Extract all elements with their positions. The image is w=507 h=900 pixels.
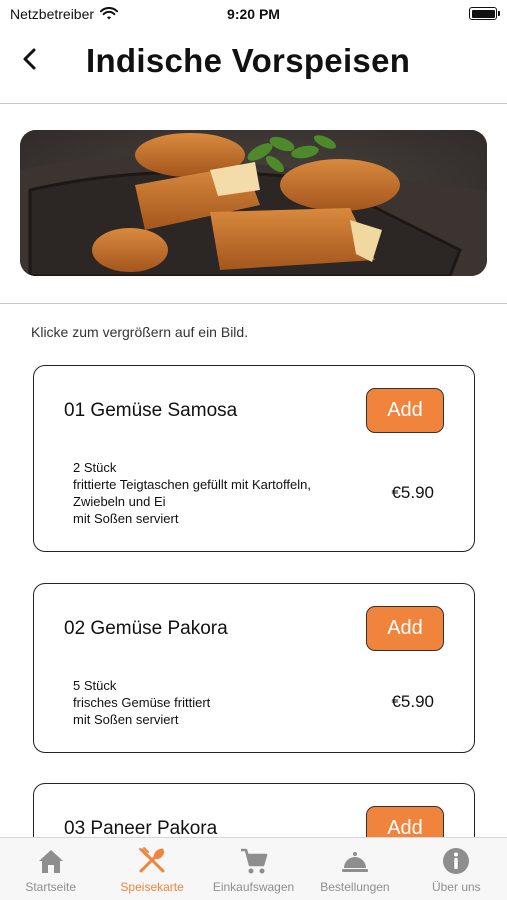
tab-speisekarte[interactable]: Speisekarte (101, 838, 202, 900)
cart-icon (240, 848, 267, 874)
cloche-icon (341, 852, 368, 872)
image-hint: Klicke zum vergrößern auf ein Bild. (31, 324, 249, 340)
tab-startseite[interactable]: Startseite (0, 838, 101, 900)
page-title: Indische Vorspeisen (86, 42, 411, 79)
battery-icon (469, 7, 500, 20)
hero-food-image[interactable] (20, 130, 487, 276)
tab-label: Einkaufswagen (212, 880, 295, 894)
add-button[interactable]: Add (366, 606, 444, 651)
status-bar: Netzbetreiber 9:20 PM (0, 0, 507, 28)
description-line: frittierte Teigtaschen gefüllt mit Karto… (73, 477, 311, 492)
chevron-left-icon[interactable] (16, 44, 46, 74)
menu-item-price: €5.90 (391, 483, 434, 502)
menu-item-card[interactable]: 01 Gemüse Samosa Add 2 Stück frittierte … (33, 365, 475, 552)
tab-label: Über uns (431, 880, 481, 894)
tab-label: Speisekarte (120, 880, 184, 894)
menu-item-description: 2 Stück frittierte Teigtaschen gefüllt m… (73, 459, 373, 527)
tab-einkaufswagen[interactable]: Einkaufswagen (203, 838, 304, 900)
section-divider (0, 303, 507, 304)
food-photo (20, 130, 487, 276)
menu-item-name: 02 Gemüse Pakora (64, 618, 228, 639)
tab-label: Startseite (25, 880, 77, 894)
nav-header: Indische Vorspeisen (0, 28, 507, 104)
add-button[interactable]: Add (366, 388, 444, 433)
menu-item-name: 01 Gemüse Samosa (64, 400, 238, 421)
description-line: 5 Stück (73, 678, 117, 693)
description-line: mit Soßen serviert (73, 511, 179, 526)
description-line: mit Soßen serviert (73, 712, 179, 727)
status-time: 9:20 PM (227, 6, 280, 22)
tab-bar: Startseite Speisekarte Einkaufswagen Bes… (0, 837, 507, 900)
tab-ueber-uns[interactable]: Über uns (406, 838, 507, 900)
menu-item-price: €5.90 (391, 692, 434, 711)
tab-bestellungen[interactable]: Bestellungen (304, 838, 405, 900)
info-icon (443, 848, 470, 874)
fork-knife-icon (139, 847, 165, 873)
description-line: frisches Gemüse frittiert (73, 695, 211, 710)
tab-label: Bestellungen (320, 880, 390, 894)
description-line: 2 Stück (73, 460, 117, 475)
description-line: Zwiebeln und Ei (73, 494, 166, 509)
menu-item-description: 5 Stück frisches Gemüse frittiert mit So… (73, 677, 373, 728)
menu-item-card[interactable]: 02 Gemüse Pakora Add 5 Stück frisches Ge… (33, 583, 475, 753)
home-icon (38, 850, 63, 873)
